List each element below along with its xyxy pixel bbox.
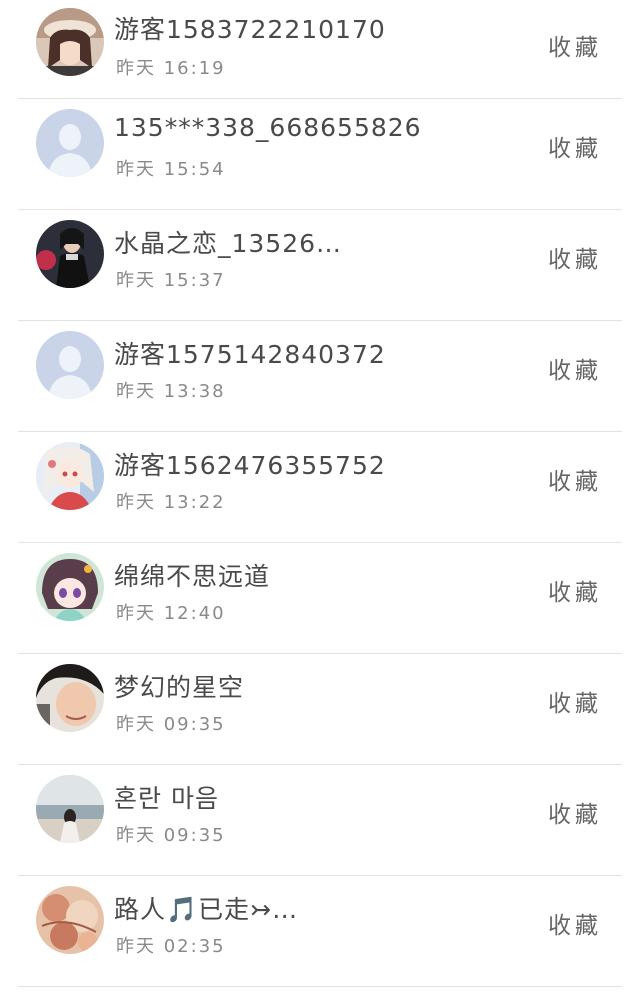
user-name: 水晶之恋_13526… <box>114 229 343 258</box>
default-avatar-icon <box>36 331 104 399</box>
avatar[interactable] <box>36 442 104 510</box>
list-item[interactable]: 路人🎵已走↣… 昨天 02:35 收藏 <box>0 876 640 987</box>
visit-time: 昨天 15:54 <box>116 159 226 180</box>
list-item[interactable]: 游客1562476355752 昨天 13:22 收藏 <box>0 432 640 543</box>
favorite-button[interactable]: 收藏 <box>548 240 602 274</box>
avatar[interactable] <box>36 664 104 732</box>
avatar[interactable] <box>36 553 104 621</box>
visit-time: 昨天 09:35 <box>116 825 226 846</box>
visit-time: 昨天 13:38 <box>116 381 226 402</box>
avatar[interactable] <box>36 886 104 954</box>
list-item[interactable]: 혼란 마음 昨天 09:35 收藏 <box>0 765 640 876</box>
user-name: 游客1575142840372 <box>114 340 386 369</box>
list-item[interactable]: 绵绵不思远道 昨天 12:40 收藏 <box>0 543 640 654</box>
user-list: 游客1583722210170 昨天 16:19 收藏 135***338_66… <box>0 0 640 987</box>
anime-chibi-avatar-icon <box>36 553 104 621</box>
visit-time: 昨天 15:37 <box>116 270 226 291</box>
anime-girl-avatar-icon <box>36 442 104 510</box>
favorite-button[interactable]: 收藏 <box>548 462 602 496</box>
avatar[interactable] <box>36 8 104 76</box>
user-name: 游客1583722210170 <box>114 15 386 44</box>
visit-time: 昨天 13:22 <box>116 492 226 513</box>
user-name: 路人🎵已走↣… <box>114 895 299 924</box>
avatar[interactable] <box>36 220 104 288</box>
favorite-button[interactable]: 收藏 <box>548 684 602 718</box>
list-item[interactable]: 135***338_668655826 昨天 15:54 收藏 <box>0 99 640 210</box>
girl-photo-avatar-icon <box>36 8 104 76</box>
user-name: 梦幻的星空 <box>114 673 245 702</box>
visit-time: 昨天 02:35 <box>116 936 226 957</box>
list-item[interactable]: 梦幻的星空 昨天 09:35 收藏 <box>0 654 640 765</box>
user-name: 绵绵不思远道 <box>114 562 271 591</box>
default-avatar-icon <box>36 109 104 177</box>
visit-time: 昨天 16:19 <box>116 58 226 79</box>
seaside-girl-avatar-icon <box>36 775 104 843</box>
favorite-button[interactable]: 收藏 <box>548 795 602 829</box>
visit-time: 昨天 09:35 <box>116 714 226 735</box>
user-name: 135***338_668655826 <box>114 113 422 142</box>
favorite-button[interactable]: 收藏 <box>548 573 602 607</box>
user-name: 혼란 마음 <box>114 784 219 813</box>
avatar[interactable] <box>36 775 104 843</box>
list-item[interactable]: 游客1583722210170 昨天 16:19 收藏 <box>0 0 640 99</box>
person-photo-avatar-icon <box>36 220 104 288</box>
user-name: 游客1562476355752 <box>114 451 386 480</box>
favorite-button[interactable]: 收藏 <box>548 129 602 163</box>
favorite-button[interactable]: 收藏 <box>548 28 602 62</box>
flower-photo-avatar-icon <box>36 886 104 954</box>
avatar[interactable] <box>36 109 104 177</box>
favorite-button[interactable]: 收藏 <box>548 351 602 385</box>
list-item[interactable]: 水晶之恋_13526… 昨天 15:37 收藏 <box>0 210 640 321</box>
visit-time: 昨天 12:40 <box>116 603 226 624</box>
list-item[interactable]: 游客1575142840372 昨天 13:38 收藏 <box>0 321 640 432</box>
boy-photo-avatar-icon <box>36 664 104 732</box>
avatar[interactable] <box>36 331 104 399</box>
favorite-button[interactable]: 收藏 <box>548 906 602 940</box>
